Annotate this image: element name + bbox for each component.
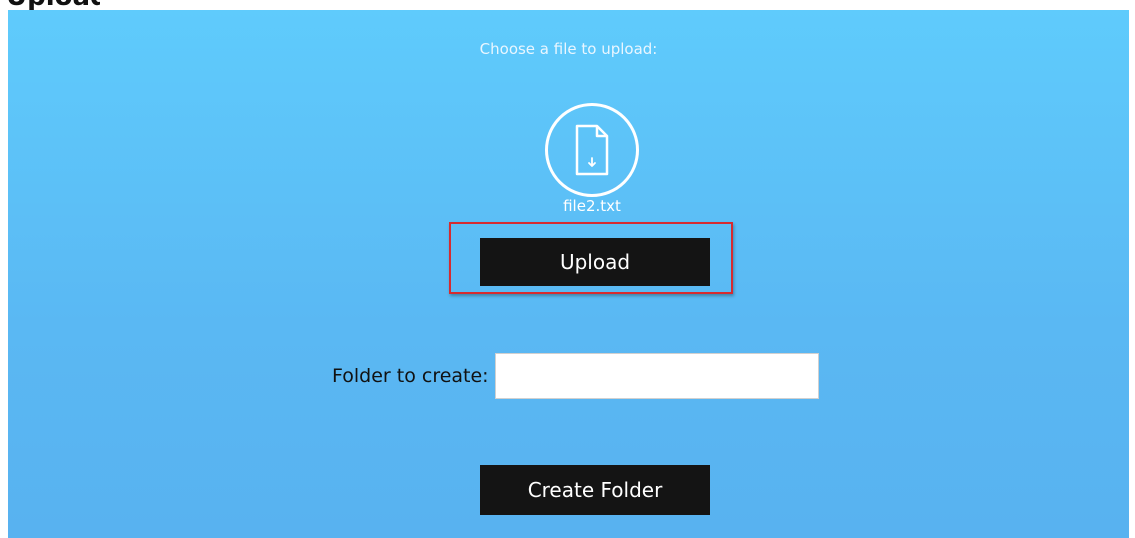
page-heading-clip: Upload bbox=[0, 0, 100, 10]
upload-button[interactable]: Upload bbox=[480, 238, 710, 286]
page-heading: Upload bbox=[6, 0, 100, 10]
file-download-icon bbox=[575, 124, 609, 176]
file-picker[interactable] bbox=[545, 103, 639, 197]
folder-create-row: Folder to create: bbox=[332, 352, 819, 400]
create-folder-button[interactable]: Create Folder bbox=[480, 465, 710, 515]
selected-file-name: file2.txt bbox=[563, 197, 621, 215]
folder-name-input[interactable] bbox=[494, 353, 819, 399]
upload-panel: Choose a file to upload: file2.txt Uploa… bbox=[8, 10, 1129, 538]
choose-file-label: Choose a file to upload: bbox=[479, 40, 658, 58]
folder-to-create-label: Folder to create: bbox=[332, 365, 489, 387]
